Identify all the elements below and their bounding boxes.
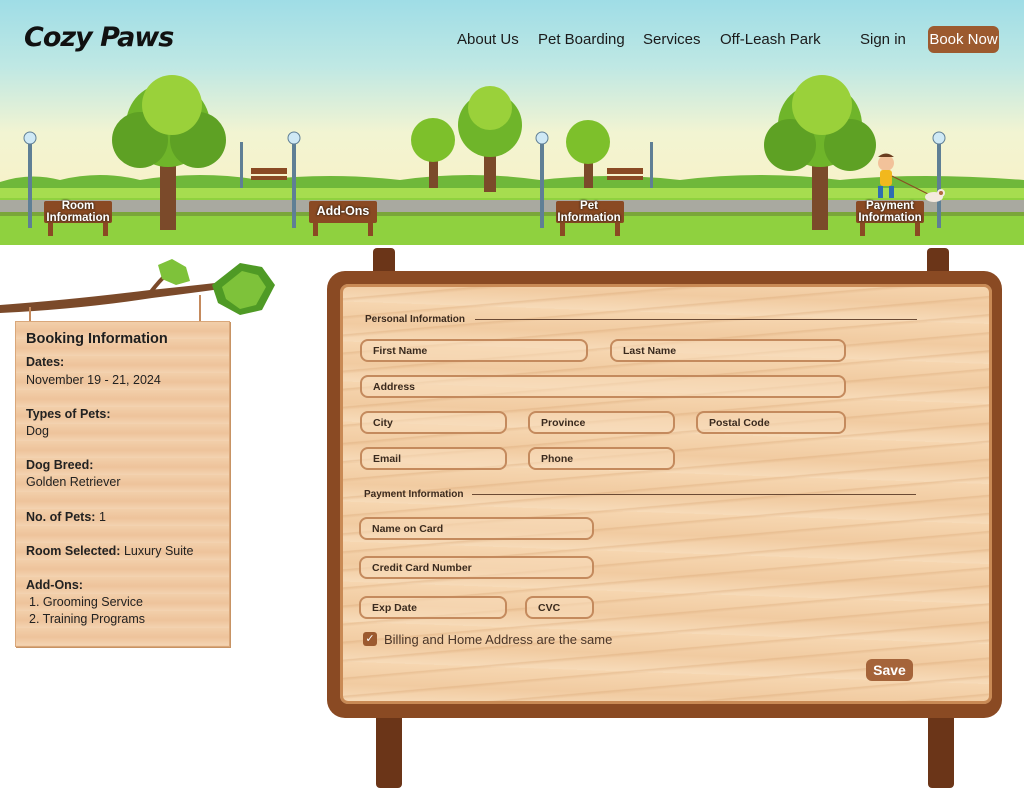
nav-services[interactable]: Services	[643, 31, 701, 48]
room-selected-row: Room Selected: Luxury Suite	[26, 544, 193, 558]
add-ons-label: Add-Ons:	[26, 578, 83, 592]
dog-breed-value: Golden Retriever	[26, 475, 121, 489]
personal-information-heading: Personal Information	[365, 314, 466, 325]
phone-input[interactable]	[528, 447, 675, 470]
dog-breed-label: Dog Breed:	[26, 458, 94, 472]
last-name-input[interactable]	[610, 339, 846, 362]
add-on-item: 1. Grooming Service	[29, 595, 143, 609]
pet-count-value: 1	[98, 510, 106, 524]
pet-count-label: No. of Pets:	[26, 510, 96, 524]
address-input[interactable]	[360, 375, 846, 398]
book-now-button[interactable]: Book Now	[928, 26, 999, 53]
save-button[interactable]: Save	[866, 659, 913, 681]
province-input[interactable]	[528, 411, 675, 434]
logo[interactable]: Cozy Paws	[24, 22, 174, 53]
section-divider	[472, 494, 916, 495]
postal-code-input[interactable]	[696, 411, 846, 434]
nav-off-leash-park[interactable]: Off-Leash Park	[720, 31, 821, 48]
room-selected-value: Luxury Suite	[123, 544, 194, 558]
cvc-input[interactable]	[525, 596, 594, 619]
add-on-item: 2. Training Programs	[29, 612, 146, 626]
same-address-checkbox[interactable]: ✓	[363, 632, 377, 646]
step-pet-information[interactable]: Pet Information	[554, 200, 624, 224]
pet-count-row: No. of Pets: 1	[26, 510, 106, 524]
booking-information-card: Booking Information Dates: November 19 -…	[15, 321, 230, 647]
park-banner: Cozy Paws About Us Pet Boarding Services…	[0, 0, 1024, 245]
pet-types-label: Types of Pets:	[26, 407, 111, 421]
dates-value: November 19 - 21, 2024	[26, 373, 161, 387]
step-add-ons[interactable]: Add-Ons	[308, 205, 378, 218]
city-input[interactable]	[360, 411, 507, 434]
pet-types-value: Dog	[26, 424, 49, 438]
room-selected-label: Room Selected:	[26, 544, 121, 558]
dates-label: Dates:	[26, 355, 65, 369]
sign-in-link[interactable]: Sign in	[860, 31, 906, 48]
booking-title: Booking Information	[26, 331, 168, 347]
checkmark-icon: ✓	[365, 633, 375, 645]
name-on-card-input[interactable]	[359, 517, 594, 540]
nav-about-us[interactable]: About Us	[457, 31, 519, 48]
exp-date-input[interactable]	[359, 596, 507, 619]
same-address-label[interactable]: Billing and Home Address are the same	[384, 632, 612, 647]
credit-card-number-input[interactable]	[359, 556, 594, 579]
step-payment-information[interactable]: Payment Information	[855, 200, 925, 224]
step-room-information[interactable]: Room Information	[43, 200, 113, 224]
email-input[interactable]	[360, 447, 507, 470]
nav-pet-boarding[interactable]: Pet Boarding	[538, 31, 625, 48]
payment-information-heading: Payment Information	[364, 489, 464, 500]
section-divider	[475, 319, 917, 320]
first-name-input[interactable]	[360, 339, 588, 362]
